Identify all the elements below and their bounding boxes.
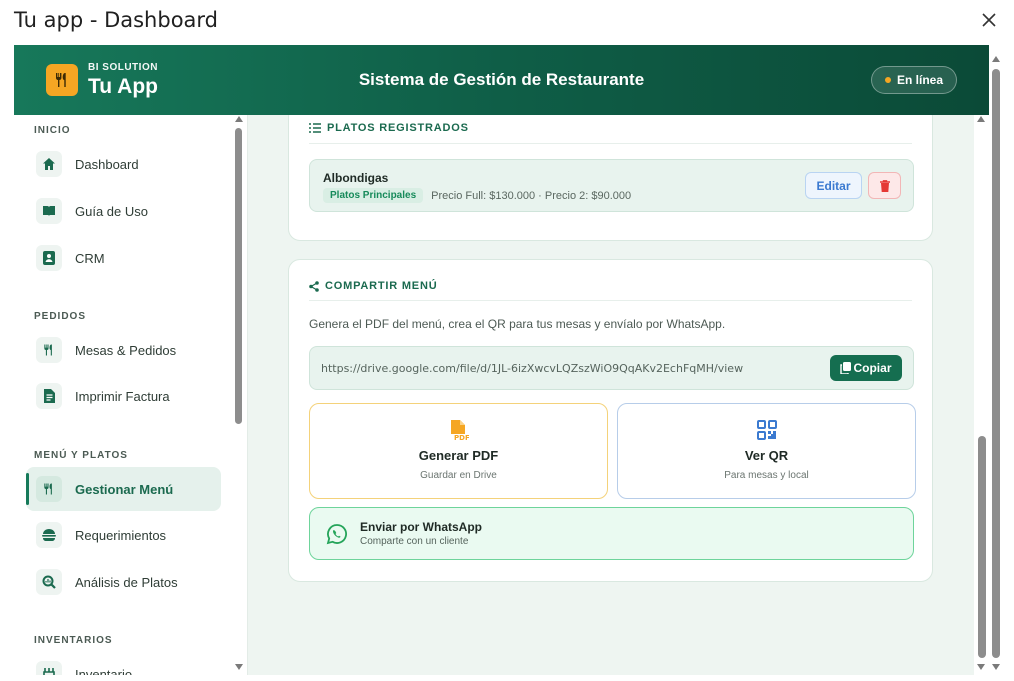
scroll-up-icon[interactable] bbox=[235, 116, 243, 122]
trash-icon bbox=[879, 179, 890, 192]
brand[interactable]: BI SOLUTION Tu App bbox=[46, 63, 158, 97]
share-description: Genera el PDF del menú, crea el QR para … bbox=[309, 317, 726, 331]
home-icon bbox=[36, 151, 62, 177]
sidebar-item-label: Requerimientos bbox=[75, 527, 167, 543]
share-card-header: COMPARTIR MENÚ bbox=[309, 280, 437, 292]
send-whatsapp-button[interactable]: Enviar por WhatsApp Comparte con un clie… bbox=[309, 507, 914, 560]
view-qr-subtitle: Para mesas y local bbox=[724, 470, 809, 481]
sidebar-scrollbar[interactable] bbox=[235, 128, 242, 424]
dish-name: Albondigas bbox=[323, 171, 389, 185]
main-content: PLATOS REGISTRADOS Albondigas Platos Pri… bbox=[248, 115, 974, 675]
contact-card-icon bbox=[36, 245, 62, 271]
copy-label: Copiar bbox=[853, 361, 892, 375]
sidebar: INICIO Dashboard Guía de Uso CRM PEDIDOS… bbox=[14, 115, 248, 675]
scroll-down-icon[interactable] bbox=[235, 664, 243, 670]
utensils-icon bbox=[36, 337, 62, 363]
sidebar-item-label: Inventario bbox=[75, 666, 133, 676]
brand-name: Tu App bbox=[88, 75, 158, 98]
close-window-button[interactable] bbox=[978, 9, 1000, 31]
share-menu-card: COMPARTIR MENÚ Genera el PDF del menú, c… bbox=[288, 259, 933, 582]
delete-dish-button[interactable] bbox=[868, 172, 901, 199]
burger-icon bbox=[36, 522, 62, 548]
whatsapp-subtitle: Comparte con un cliente bbox=[360, 536, 469, 547]
dish-row: Albondigas Platos Principales Precio Ful… bbox=[309, 159, 914, 212]
sidebar-item-gestionar-menu[interactable]: Gestionar Menú bbox=[26, 467, 221, 511]
sidebar-section-inicio: INICIO bbox=[34, 125, 71, 136]
share-card-title: COMPARTIR MENÚ bbox=[325, 280, 438, 292]
share-icon bbox=[309, 280, 319, 292]
app-header: BI SOLUTION Tu App Sistema de Gestión de… bbox=[14, 45, 989, 115]
share-link-field[interactable]: https://drive.google.com/file/d/1JL-6izX… bbox=[309, 346, 914, 390]
status-label: En línea bbox=[896, 73, 943, 87]
sidebar-item-label: Mesas & Pedidos bbox=[75, 342, 177, 358]
dishes-card-title: PLATOS REGISTRADOS bbox=[327, 122, 469, 134]
main-scroll-up-icon[interactable] bbox=[977, 116, 985, 122]
whatsapp-title: Enviar por WhatsApp bbox=[360, 520, 483, 534]
list-icon bbox=[309, 123, 321, 133]
view-qr-button[interactable]: Ver QR Para mesas y local bbox=[617, 403, 916, 499]
sidebar-section-pedidos: PEDIDOS bbox=[34, 311, 87, 322]
brand-subtitle: BI SOLUTION bbox=[88, 62, 158, 73]
category-badge: Platos Principales bbox=[323, 188, 424, 203]
status-badge: En línea bbox=[870, 66, 957, 94]
sidebar-item-label: Gestionar Menú bbox=[75, 481, 174, 497]
generate-pdf-button[interactable]: PDF Generar PDF Guardar en Drive bbox=[309, 403, 608, 499]
sidebar-item-guia[interactable]: Guía de Uso bbox=[26, 189, 221, 233]
utensils-icon bbox=[46, 64, 78, 96]
copy-icon bbox=[840, 362, 852, 374]
book-icon bbox=[36, 198, 62, 224]
svg-text:PDF: PDF bbox=[454, 434, 469, 442]
sidebar-item-label: Guía de Uso bbox=[75, 203, 148, 219]
page-title: Sistema de Gestión de Restaurante bbox=[358, 70, 645, 89]
main-scroll-down-icon[interactable] bbox=[977, 664, 985, 670]
sidebar-item-analisis[interactable]: Análisis de Platos bbox=[26, 560, 221, 604]
qr-code-icon bbox=[756, 420, 777, 440]
search-chart-icon bbox=[36, 569, 62, 595]
main-scrollbar[interactable] bbox=[978, 436, 986, 658]
window-title: Tu app - Dashboard bbox=[14, 8, 219, 32]
sidebar-item-label: Análisis de Platos bbox=[75, 574, 178, 590]
copy-link-button[interactable]: Copiar bbox=[830, 355, 902, 381]
receipt-icon bbox=[36, 383, 62, 409]
generate-pdf-subtitle: Guardar en Drive bbox=[420, 470, 497, 481]
window-scroll-up-icon[interactable] bbox=[992, 56, 1000, 62]
sidebar-item-crm[interactable]: CRM bbox=[26, 236, 221, 280]
status-dot-icon bbox=[884, 77, 891, 83]
sidebar-item-label: CRM bbox=[75, 250, 105, 266]
sidebar-section-inventarios: INVENTARIOS bbox=[34, 635, 113, 646]
generate-pdf-title: Generar PDF bbox=[418, 448, 499, 463]
whatsapp-icon bbox=[326, 524, 347, 545]
dishes-card: PLATOS REGISTRADOS Albondigas Platos Pri… bbox=[288, 115, 933, 241]
inventory-icon bbox=[36, 661, 62, 675]
sidebar-item-label: Imprimir Factura bbox=[75, 388, 170, 404]
window-scroll-down-icon[interactable] bbox=[992, 664, 1000, 670]
sidebar-item-requerimientos[interactable]: Requerimientos bbox=[26, 513, 221, 557]
sidebar-item-mesas[interactable]: Mesas & Pedidos bbox=[26, 328, 221, 372]
share-link-text: https://drive.google.com/file/d/1JL-6izX… bbox=[321, 362, 744, 375]
dish-prices: Precio Full: $130.000 · Precio 2: $90.00… bbox=[431, 189, 632, 202]
sidebar-item-label: Dashboard bbox=[75, 156, 139, 172]
view-qr-title: Ver QR bbox=[744, 448, 789, 463]
close-icon bbox=[982, 13, 996, 27]
sidebar-item-dashboard[interactable]: Dashboard bbox=[26, 142, 221, 186]
sidebar-item-inventario[interactable]: Inventario bbox=[26, 652, 221, 675]
window-scrollbar[interactable] bbox=[992, 69, 1000, 658]
utensils-icon bbox=[36, 476, 62, 502]
pdf-file-icon: PDF bbox=[450, 420, 469, 442]
sidebar-section-menu: MENÚ Y PLATOS bbox=[34, 450, 128, 461]
edit-dish-button[interactable]: Editar bbox=[805, 172, 862, 199]
dishes-card-header: PLATOS REGISTRADOS bbox=[309, 122, 469, 134]
sidebar-item-factura[interactable]: Imprimir Factura bbox=[26, 374, 221, 418]
